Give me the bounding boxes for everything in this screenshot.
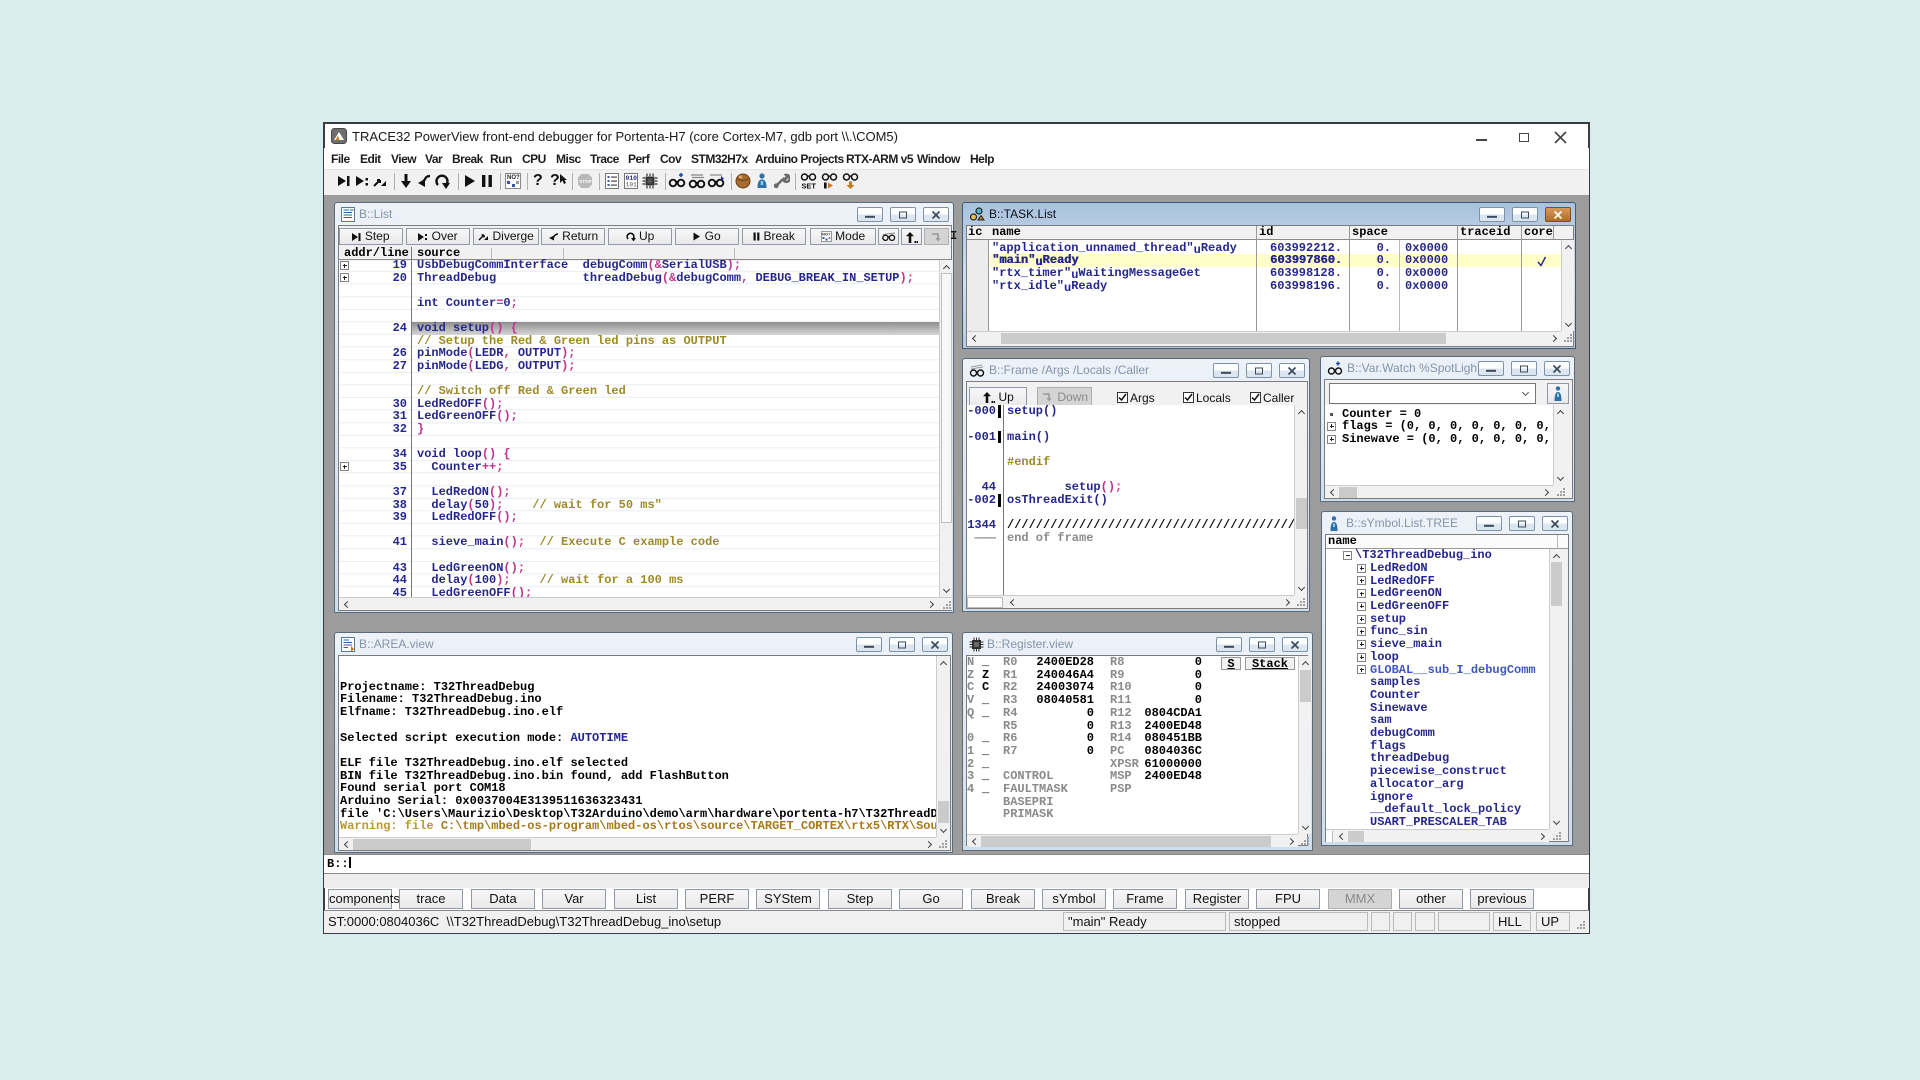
svg-text:SET: SET <box>802 182 817 191</box>
svg-text:NO?: NO? <box>507 175 520 181</box>
svg-text:STOP: STOP <box>579 179 591 184</box>
svg-text:NO?: NO? <box>822 231 831 236</box>
svg-text:101: 101 <box>626 182 638 189</box>
